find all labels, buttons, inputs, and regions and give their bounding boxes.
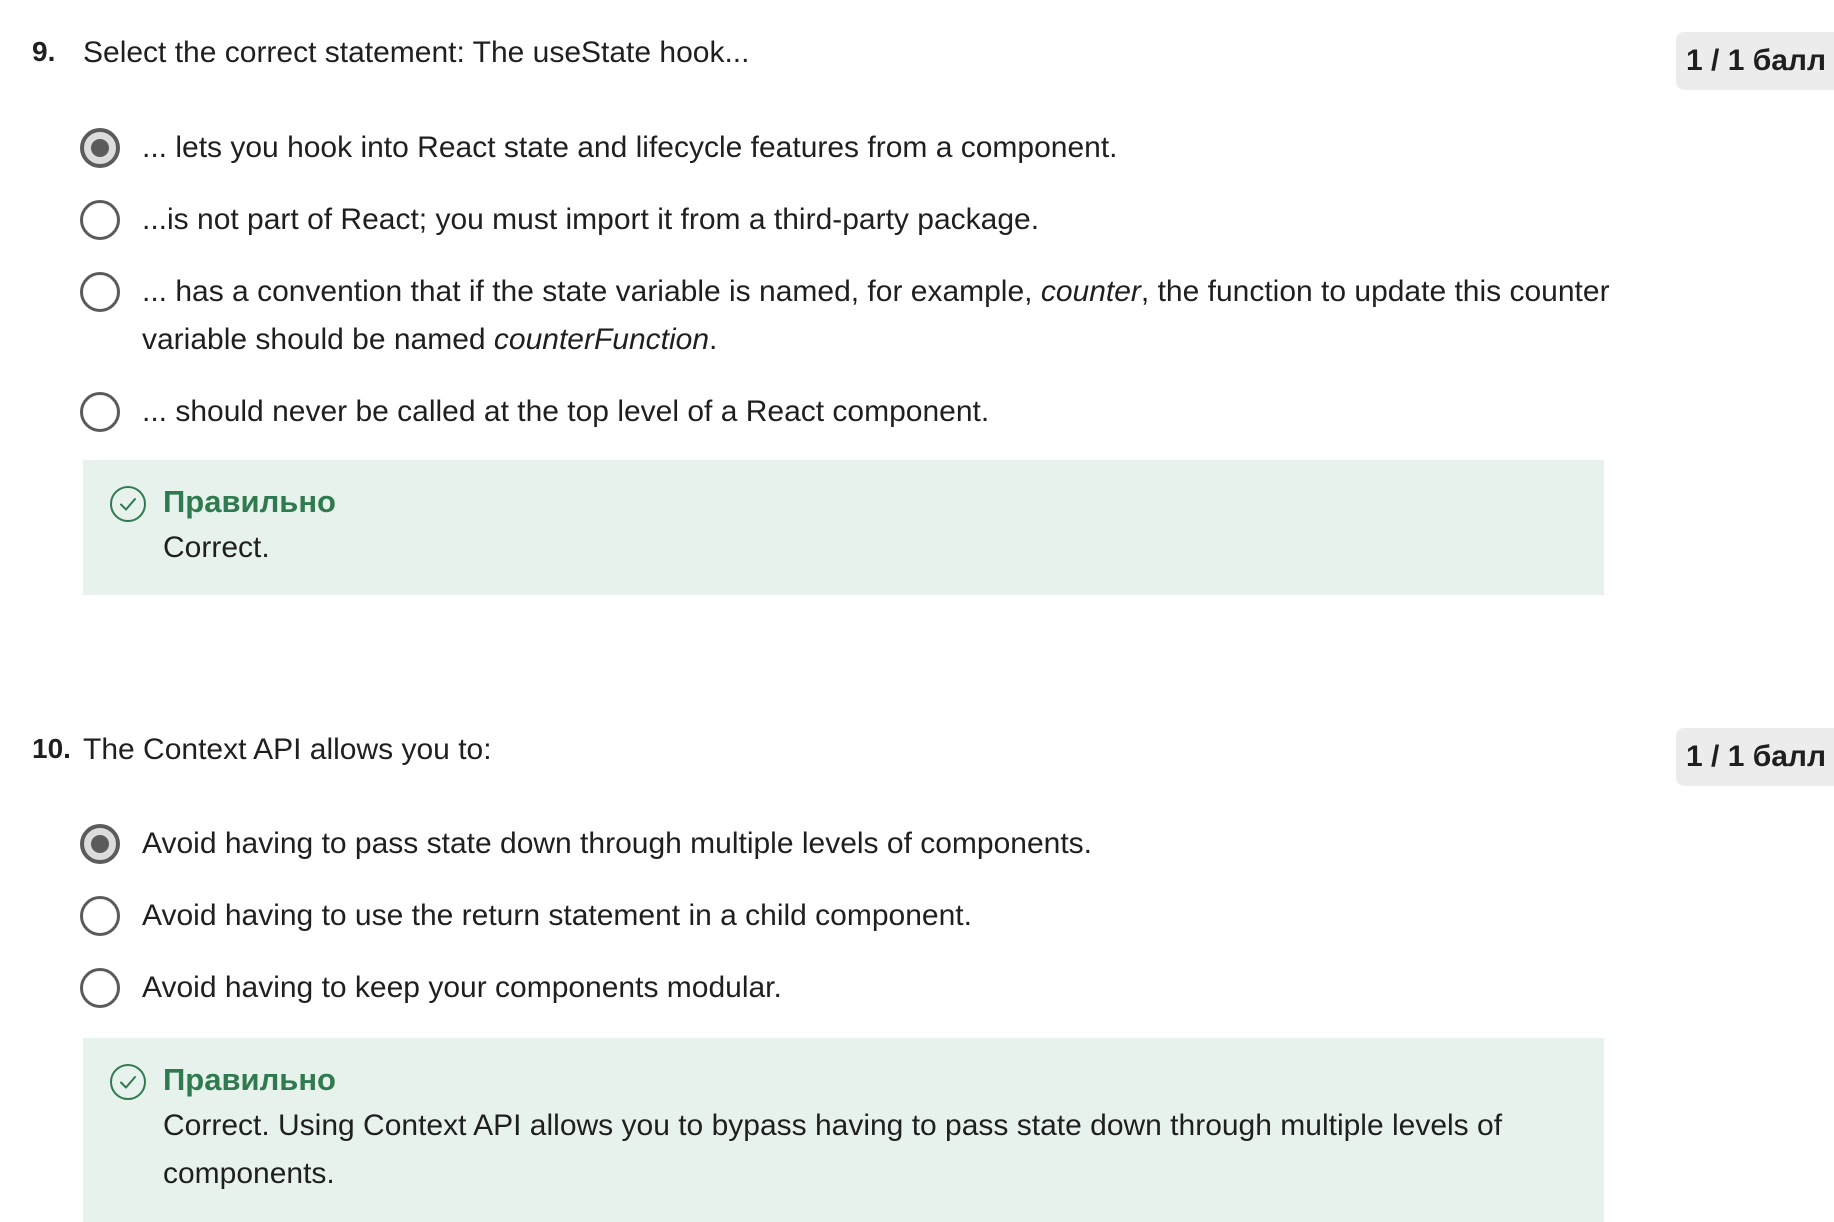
radio-button[interactable] [80, 272, 120, 312]
answer-option-label: ...is not part of React; you must import… [142, 203, 1040, 236]
radio-button-selected[interactable] [80, 128, 120, 168]
answer-option-label: ... has a convention that if the state v… [142, 268, 1622, 364]
answer-option-label: ... lets you hook into React state and l… [142, 131, 1118, 164]
feedback-title: Правильно [163, 1062, 336, 1097]
radio-button[interactable] [80, 392, 120, 432]
radio-button[interactable] [80, 200, 120, 240]
answer-option-label: Avoid having to use the return statement… [142, 899, 972, 932]
radio-button[interactable] [80, 968, 120, 1008]
radio-button-selected[interactable] [80, 824, 120, 864]
answer-option-label: ... should never be called at the top le… [142, 395, 990, 428]
feedback-text: Correct. [163, 531, 270, 564]
question-number: 10. [32, 733, 71, 764]
feedback-panel: Правильно Correct. [83, 460, 1604, 595]
score-badge: 1 / 1 балл [1676, 32, 1834, 90]
feedback-panel: Правильно Correct. Using Context API all… [83, 1038, 1604, 1222]
label-emphasis: counterFunction [493, 323, 710, 356]
label-text: ... has a convention that if the state v… [142, 275, 1041, 308]
question-number: 9. [32, 36, 56, 67]
answer-option-label: Avoid having to pass state down through … [142, 827, 1093, 860]
question-text: The Context API allows you to: [83, 733, 492, 766]
feedback-text: Correct. Using Context API allows you to… [163, 1109, 1503, 1190]
label-emphasis: counter [1040, 275, 1141, 308]
radio-button[interactable] [80, 896, 120, 936]
answer-option-label: Avoid having to keep your components mod… [142, 971, 782, 1004]
label-text: . [709, 323, 718, 356]
check-circle-icon [110, 1064, 146, 1100]
check-circle-icon [110, 486, 146, 522]
score-badge: 1 / 1 балл [1676, 728, 1834, 786]
feedback-title: Правильно [163, 484, 336, 519]
question-text: Select the correct statement: The useSta… [83, 36, 750, 69]
